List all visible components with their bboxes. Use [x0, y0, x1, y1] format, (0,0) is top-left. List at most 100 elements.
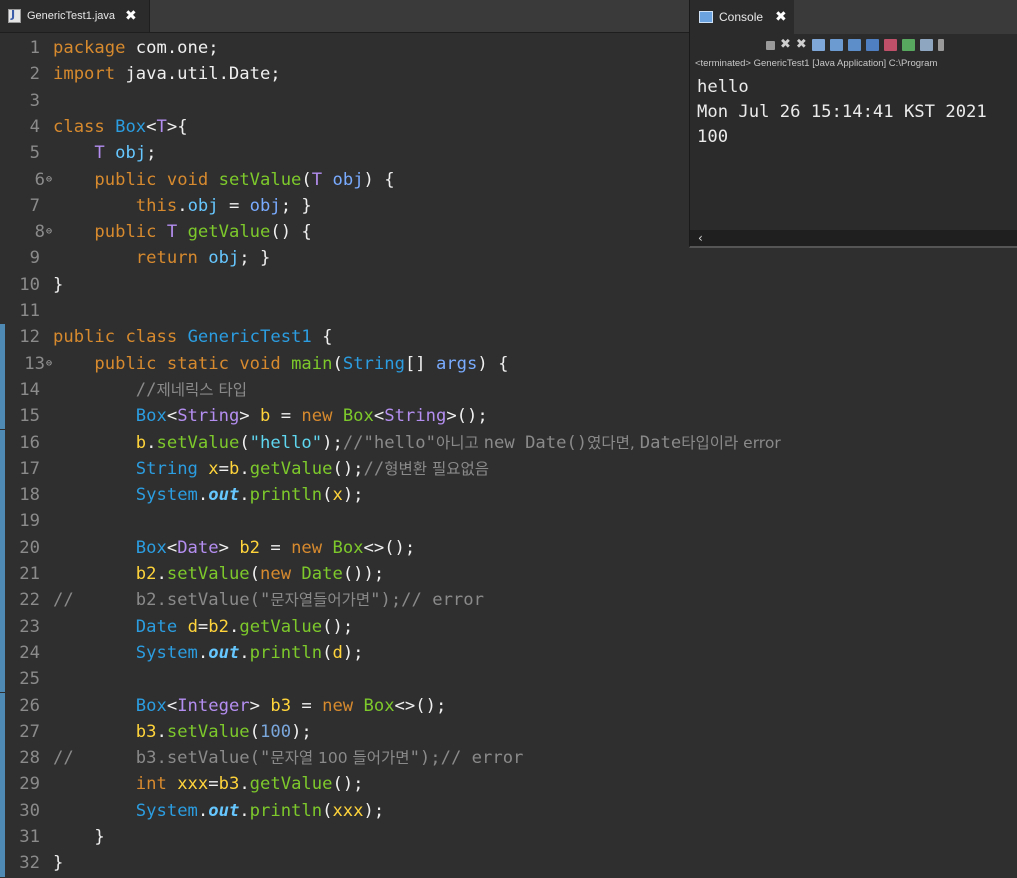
fold-icon[interactable]: ⊖	[46, 226, 52, 237]
line-number: 3	[0, 88, 40, 114]
code-token: void	[239, 353, 281, 374]
code-line[interactable]: 29 int xxx=b3.getValue();	[0, 771, 1017, 797]
console-tab[interactable]: Console ✖	[690, 0, 794, 34]
code-line[interactable]: 12 public class GenericTest1 {	[0, 324, 1017, 350]
code-line[interactable]: 10}	[0, 272, 1017, 298]
editor-tab-generictest1[interactable]: GenericTest1.java ✖	[0, 0, 150, 32]
code-line[interactable]: 13⊖ public static void main(String[] arg…	[0, 351, 1017, 377]
line-number-text: 21	[19, 564, 40, 584]
code-line[interactable]: 26 Box<Integer> b3 = new Box<>();	[0, 693, 1017, 719]
code-token: xxx	[332, 800, 364, 821]
code-line[interactable]: 17 String x=b.getValue();//형변환 필요없음	[0, 456, 1017, 482]
code-token: 제네릭스 타입	[156, 380, 248, 399]
code-line[interactable]: 22 // b2.setValue("문자열들어가면");// error	[0, 587, 1017, 613]
scroll-left-icon[interactable]: ‹	[698, 230, 703, 246]
code-line[interactable]: 20 Box<Date> b2 = new Box<>();	[0, 535, 1017, 561]
code-token: (	[322, 485, 333, 506]
code-line[interactable]: 28 // b3.setValue("문자열 100 들어가면");// erro…	[0, 745, 1017, 771]
code-line[interactable]: 27 b3.setValue(100);	[0, 719, 1017, 745]
code-text: import java.util.Date;	[53, 61, 281, 87]
code-token: <	[166, 537, 178, 558]
line-number-text: 2	[29, 64, 40, 85]
scroll-lock-icon[interactable]	[829, 39, 843, 51]
close-icon[interactable]: ✖	[125, 8, 137, 24]
code-token: .	[197, 800, 209, 821]
fold-icon[interactable]: ⊖	[46, 174, 52, 185]
code-token: .	[177, 195, 188, 216]
code-token: (	[322, 642, 333, 663]
code-token: b3	[135, 721, 157, 742]
line-number-text: 8	[34, 222, 45, 243]
code-token: public	[53, 327, 116, 348]
code-line[interactable]: 18 System.out.println(x);	[0, 482, 1017, 508]
code-token: .	[197, 642, 209, 663]
chevron-down-icon[interactable]	[937, 39, 944, 51]
code-line[interactable]: 30 System.out.println(xxx);	[0, 798, 1017, 824]
remove-all-terminated-icon[interactable]: ✖	[796, 38, 807, 51]
line-number-text: 18	[19, 485, 40, 506]
show-console-stderr-icon[interactable]	[883, 39, 897, 51]
close-icon[interactable]: ✖	[775, 9, 787, 25]
display-console-icon[interactable]	[919, 39, 933, 51]
code-token: System	[135, 485, 198, 506]
code-token: ");// error	[409, 748, 524, 769]
code-line[interactable]: 9 return obj; }	[0, 245, 1017, 271]
code-line[interactable]: 14 //제네릭스 타입	[0, 377, 1017, 403]
line-number-text: 16	[19, 432, 40, 453]
line-number-text: 32	[19, 853, 40, 874]
code-token: new	[322, 695, 354, 716]
code-line[interactable]: 25	[0, 666, 1017, 692]
console-tab-label: Console	[719, 10, 764, 24]
line-number: 17	[0, 456, 40, 482]
code-line[interactable]: 16 b.setValue("hello");//"hello"아니고 new …	[0, 430, 1017, 456]
code-line[interactable]: 11	[0, 298, 1017, 324]
fold-icon[interactable]: ⊖	[46, 358, 52, 369]
code-line[interactable]: 23 Date d=b2.getValue();	[0, 614, 1017, 640]
code-line[interactable]: 31 }	[0, 824, 1017, 850]
code-text: public void setValue(T obj) {	[53, 167, 394, 193]
code-line[interactable]: 32}	[0, 850, 1017, 876]
line-number-text: 23	[19, 616, 40, 637]
code-line[interactable]: 21 b2.setValue(new Date());	[0, 561, 1017, 587]
code-token: .	[239, 458, 250, 479]
code-token: b3	[218, 774, 240, 795]
line-number: 4	[0, 114, 40, 140]
code-line[interactable]: 24 System.out.println(d);	[0, 640, 1017, 666]
pin-console-icon[interactable]	[901, 39, 915, 51]
code-token: //"hello"	[342, 432, 436, 453]
line-number: 21	[0, 561, 40, 587]
code-token: println	[249, 485, 323, 506]
code-token: <>();	[363, 537, 416, 558]
terminate-icon[interactable]	[766, 40, 775, 50]
line-number-text: 29	[19, 774, 40, 795]
code-text: public class GenericTest1 {	[53, 324, 332, 350]
console-launch-status: <terminated> GenericTest1 [Java Applicat…	[695, 58, 938, 69]
remove-launch-icon[interactable]: ✖	[780, 38, 791, 51]
code-text: // b3.setValue("문자열 100 들어가면");// error	[53, 745, 523, 771]
word-wrap-icon[interactable]	[847, 39, 861, 51]
code-token: .	[156, 721, 167, 742]
console-view: Console ✖ ✖ ✖ <terminated> GenericTest1 …	[689, 0, 1017, 248]
code-token: class	[53, 116, 105, 137]
line-number-text: 20	[19, 537, 40, 558]
line-number: 12	[0, 324, 40, 350]
code-token: ) {	[477, 353, 509, 374]
code-token: .	[156, 564, 167, 584]
code-token: .	[239, 800, 250, 821]
code-line[interactable]: 19	[0, 508, 1017, 534]
code-token: >();	[446, 406, 488, 427]
code-token: Box	[332, 537, 364, 558]
console-horizontal-scrollbar[interactable]: ‹	[690, 230, 1017, 246]
code-line[interactable]: 15 Box<String> b = new Box<String>();	[0, 403, 1017, 429]
clear-console-icon[interactable]	[811, 39, 825, 51]
show-console-stdout-icon[interactable]	[865, 39, 879, 51]
